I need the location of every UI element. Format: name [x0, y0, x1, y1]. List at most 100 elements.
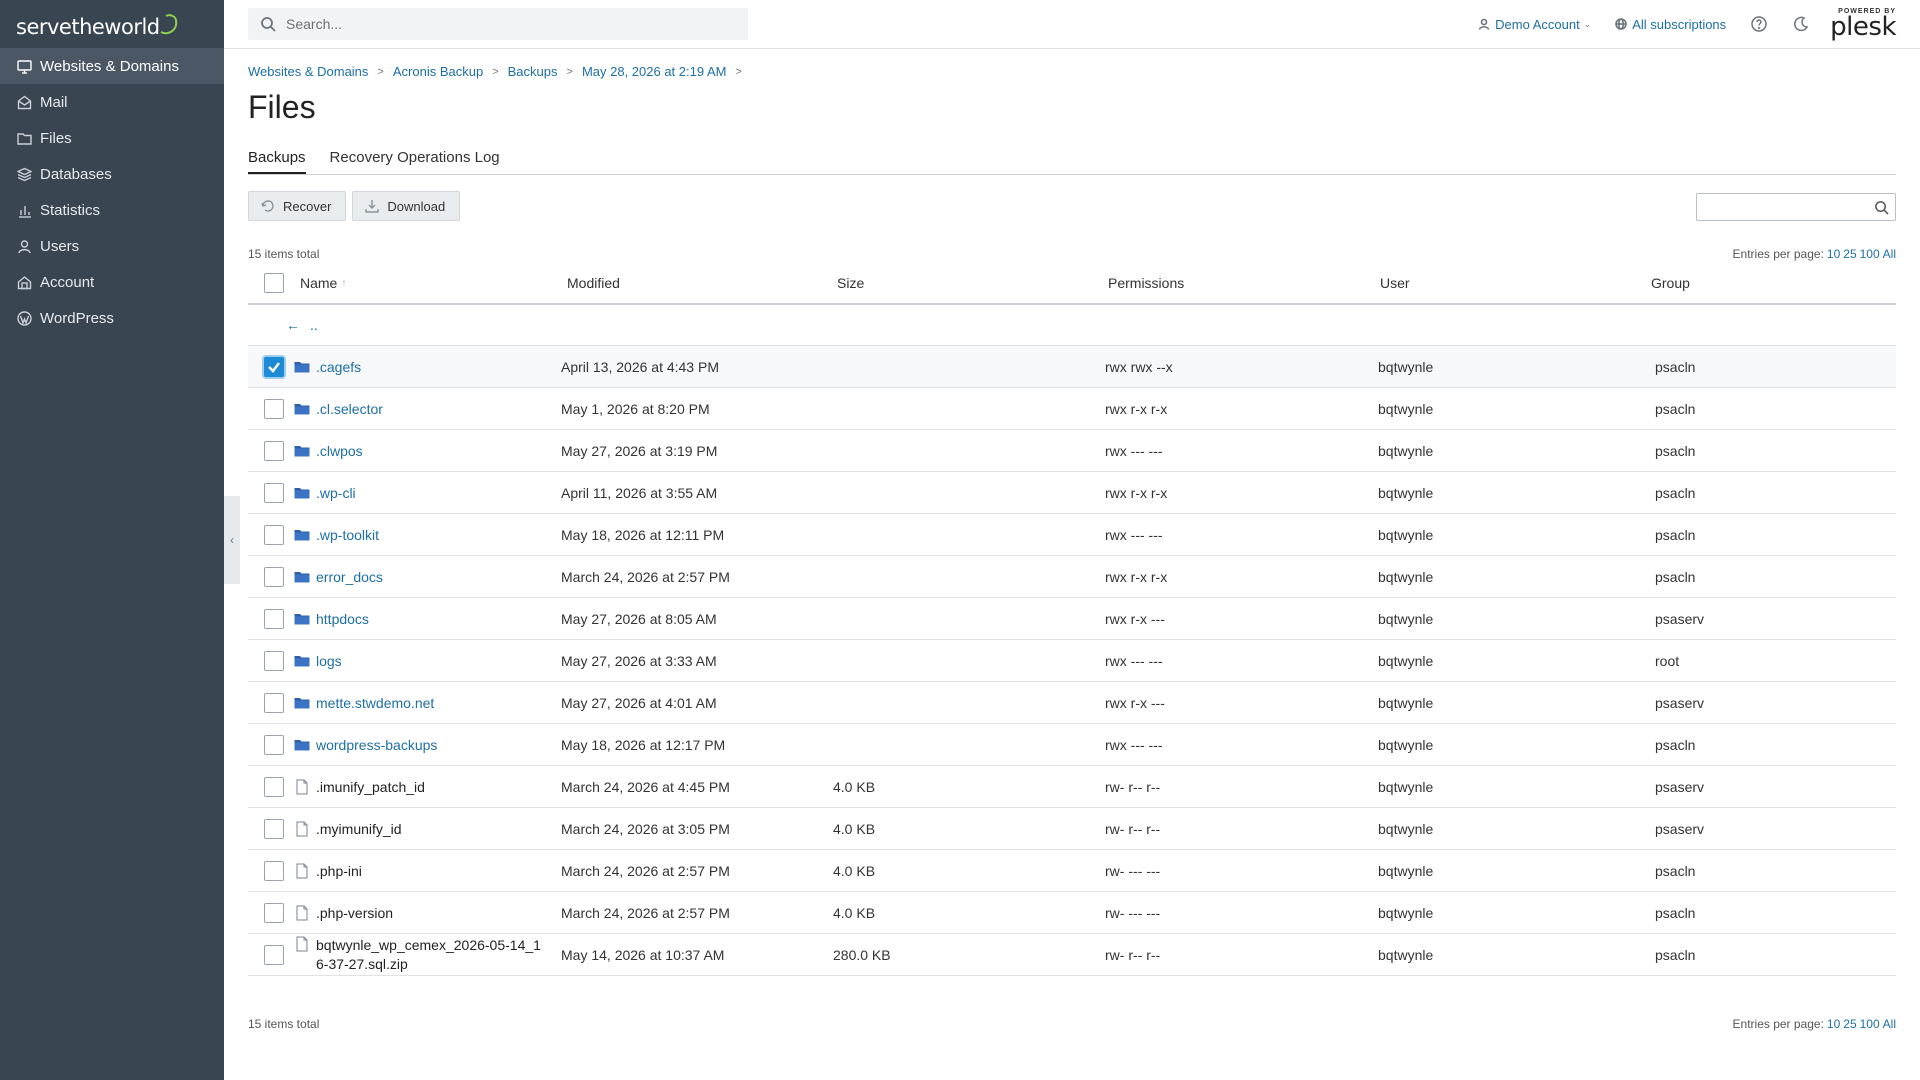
breadcrumb-backup-date[interactable]: May 28, 2026 at 2:19 AM — [582, 64, 727, 79]
breadcrumb-backups[interactable]: Backups — [508, 64, 558, 79]
table-row[interactable]: logs May 27, 2026 at 3:33 AM rwx --- --- bq… — [248, 640, 1896, 682]
file-name-link[interactable]: .myimunify_id — [316, 821, 402, 837]
file-name-link[interactable]: wordpress-backups — [316, 737, 437, 753]
entries-option-25[interactable]: 25 — [1843, 1017, 1856, 1031]
table-row[interactable]: wordpress-backups May 18, 2026 at 12:17 P… — [248, 724, 1896, 766]
row-checkbox[interactable] — [264, 650, 284, 671]
file-name-link[interactable]: bqtwynle_wp_cemex_2026-05-14_16-37-27.sq… — [316, 936, 544, 974]
row-checkbox[interactable] — [264, 524, 284, 545]
global-search[interactable] — [248, 8, 748, 40]
permissions-cell[interactable]: rw- r-- r-- — [1105, 779, 1376, 795]
row-checkbox[interactable] — [264, 608, 284, 629]
sidebar-collapse-handle[interactable]: ‹ — [224, 496, 240, 584]
permissions-cell[interactable]: rwx r-x --- — [1105, 695, 1376, 711]
table-row[interactable]: .myimunify_id March 24, 2026 at 3:05 PM 4.… — [248, 808, 1896, 850]
column-header-modified[interactable]: Modified — [561, 275, 833, 291]
brand-logo[interactable]: servetheworld — [0, 0, 224, 48]
row-checkbox[interactable] — [264, 440, 284, 461]
row-checkbox[interactable] — [264, 398, 284, 419]
recover-button[interactable]: Recover — [248, 191, 347, 221]
table-row[interactable]: .wp-toolkit May 18, 2026 at 12:11 PM rwx -… — [248, 514, 1896, 556]
table-row[interactable]: .php-version March 24, 2026 at 2:57 PM 4.0… — [248, 892, 1896, 934]
table-row[interactable]: .wp-cli April 11, 2026 at 3:55 AM rwx r-x … — [248, 472, 1896, 514]
permissions-cell[interactable]: rwx r-x r-x — [1105, 485, 1376, 501]
sidebar-item-mail[interactable]: Mail — [0, 84, 224, 120]
permissions-cell[interactable]: rwx r-x r-x — [1105, 401, 1376, 417]
column-header-user[interactable]: User — [1376, 275, 1648, 291]
plesk-logo[interactable]: POWERED BY plesk — [1830, 8, 1896, 40]
entries-option-100[interactable]: 100 — [1860, 247, 1880, 261]
table-row[interactable]: .clwpos May 27, 2026 at 3:19 PM rwx --- --… — [248, 430, 1896, 472]
sidebar-item-statistics[interactable]: Statistics — [0, 192, 224, 228]
global-search-input[interactable] — [286, 16, 726, 32]
file-name-link[interactable]: error_docs — [316, 569, 383, 585]
column-header-name[interactable]: Name ↑ — [294, 275, 561, 291]
table-row[interactable]: .cagefs April 13, 2026 at 4:43 PM rwx rwx … — [248, 346, 1896, 388]
theme-toggle[interactable] — [1792, 15, 1810, 33]
account-menu[interactable]: Demo Account ⌄ — [1478, 17, 1591, 32]
row-checkbox[interactable] — [264, 482, 284, 503]
sidebar-item-wordpress[interactable]: WordPress — [0, 300, 224, 336]
table-row[interactable]: mette.stwdemo.net May 27, 2026 at 4:01 AM… — [248, 682, 1896, 724]
row-checkbox[interactable] — [264, 944, 284, 965]
entries-option-100[interactable]: 100 — [1860, 1017, 1880, 1031]
entries-option-all[interactable]: All — [1883, 247, 1896, 261]
file-name-link[interactable]: .clwpos — [316, 443, 363, 459]
sidebar-item-account[interactable]: Account — [0, 264, 224, 300]
row-checkbox[interactable] — [264, 356, 284, 377]
file-name-link[interactable]: .php-version — [316, 905, 393, 921]
file-name-link[interactable]: .php-ini — [316, 863, 362, 879]
sidebar-item-files[interactable]: Files — [0, 120, 224, 156]
table-row[interactable]: bqtwynle_wp_cemex_2026-05-14_16-37-27.sq… — [248, 934, 1896, 976]
tab-backups[interactable]: Backups — [248, 149, 306, 174]
file-name-link[interactable]: mette.stwdemo.net — [316, 695, 434, 711]
row-checkbox[interactable] — [264, 902, 284, 923]
permissions-cell[interactable]: rwx --- --- — [1105, 737, 1376, 753]
permissions-cell[interactable]: rwx rwx --x — [1105, 359, 1376, 375]
row-checkbox[interactable] — [264, 734, 284, 755]
file-name-link[interactable]: .wp-toolkit — [316, 527, 379, 543]
download-button[interactable]: Download — [352, 191, 461, 221]
file-name-link[interactable]: .wp-cli — [316, 485, 356, 501]
row-checkbox[interactable] — [264, 776, 284, 797]
entries-option-10[interactable]: 10 — [1827, 1017, 1840, 1031]
column-header-size[interactable]: Size — [833, 275, 1105, 291]
entries-option-25[interactable]: 25 — [1843, 247, 1856, 261]
subscriptions-menu[interactable]: All subscriptions — [1615, 17, 1726, 32]
select-all-checkbox[interactable] — [264, 273, 284, 293]
column-header-group[interactable]: Group — [1648, 275, 1896, 291]
breadcrumb-websites-domains[interactable]: Websites & Domains — [248, 64, 368, 79]
table-row[interactable]: .imunify_patch_id March 24, 2026 at 4:45 … — [248, 766, 1896, 808]
column-header-permissions[interactable]: Permissions — [1105, 275, 1376, 291]
permissions-cell[interactable]: rwx --- --- — [1105, 653, 1376, 669]
help-button[interactable] — [1750, 15, 1768, 33]
permissions-cell[interactable]: rw- r-- r-- — [1105, 947, 1376, 963]
parent-dir-link[interactable]: ← .. — [248, 317, 318, 333]
table-row[interactable]: .cl.selector May 1, 2026 at 8:20 PM rwx r-… — [248, 388, 1896, 430]
row-checkbox[interactable] — [264, 818, 284, 839]
permissions-cell[interactable]: rwx --- --- — [1105, 443, 1376, 459]
file-name-link[interactable]: .imunify_patch_id — [316, 779, 425, 795]
sidebar-item-databases[interactable]: Databases — [0, 156, 224, 192]
file-name-link[interactable]: .cagefs — [316, 359, 361, 375]
row-checkbox[interactable] — [264, 692, 284, 713]
entries-option-all[interactable]: All — [1883, 1017, 1896, 1031]
permissions-cell[interactable]: rwx r-x r-x — [1105, 569, 1376, 585]
list-search[interactable] — [1696, 193, 1896, 221]
breadcrumb-acronis-backup[interactable]: Acronis Backup — [393, 64, 483, 79]
row-checkbox[interactable] — [264, 860, 284, 881]
tab-recovery-log[interactable]: Recovery Operations Log — [330, 149, 500, 174]
file-name-link[interactable]: .cl.selector — [316, 401, 383, 417]
table-row[interactable]: error_docs March 24, 2026 at 2:57 PM rwx r… — [248, 556, 1896, 598]
permissions-cell[interactable]: rw- --- --- — [1105, 863, 1376, 879]
table-row[interactable]: httpdocs May 27, 2026 at 8:05 AM rwx r-x -… — [248, 598, 1896, 640]
sidebar-item-users[interactable]: Users — [0, 228, 224, 264]
permissions-cell[interactable]: rwx r-x --- — [1105, 611, 1376, 627]
list-search-input[interactable] — [1703, 198, 1863, 213]
permissions-cell[interactable]: rw- r-- r-- — [1105, 821, 1376, 837]
row-checkbox[interactable] — [264, 566, 284, 587]
permissions-cell[interactable]: rw- --- --- — [1105, 905, 1376, 921]
permissions-cell[interactable]: rwx --- --- — [1105, 527, 1376, 543]
file-name-link[interactable]: logs — [316, 653, 342, 669]
table-row[interactable]: .php-ini March 24, 2026 at 2:57 PM 4.0 KB r… — [248, 850, 1896, 892]
